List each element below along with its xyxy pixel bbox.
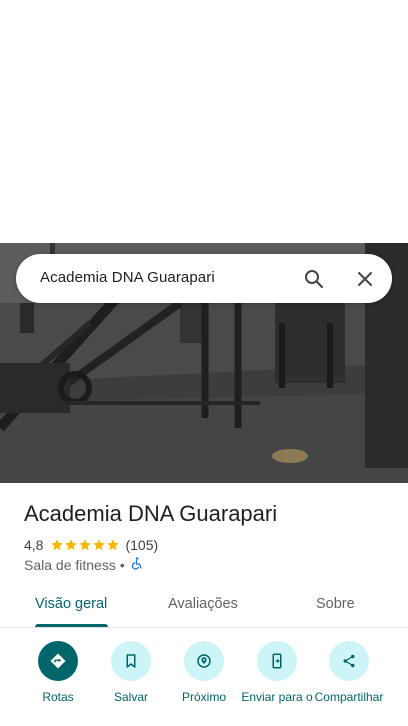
nearby-button[interactable]: Próximo [164, 641, 244, 704]
wheelchair-icon [129, 556, 144, 574]
share-icon [329, 641, 369, 681]
share-button[interactable]: Compartilhar [309, 641, 389, 704]
close-icon[interactable] [353, 267, 377, 291]
share-label: Compartilhar [314, 690, 384, 704]
directions-button[interactable]: Rotas [18, 641, 98, 704]
tab-about[interactable]: Sobre [316, 596, 355, 612]
place-category: Sala de fitness [24, 557, 116, 573]
separator-dot: • [119, 557, 125, 573]
star-icon [51, 539, 64, 551]
tab-bar: Visão geral Avaliações Sobre [0, 585, 408, 628]
search-icon[interactable] [302, 267, 326, 291]
send-to-phone-label: Enviar para o [241, 690, 313, 704]
directions-label: Rotas [42, 690, 74, 704]
tab-overview[interactable]: Visão geral [35, 596, 107, 612]
send-to-phone-icon [257, 641, 297, 681]
nearby-label: Próximo [181, 690, 226, 704]
map-area[interactable] [0, 0, 408, 243]
action-bar: Rotas Salvar Próximo Enviar para o Compa… [0, 641, 408, 726]
rating-row[interactable]: 4,8 (105) [24, 536, 158, 554]
rating-value: 4,8 [24, 537, 44, 553]
star-icon [107, 539, 120, 551]
star-icon [93, 539, 106, 551]
nearby-icon [184, 641, 224, 681]
tabs-divider [0, 627, 408, 628]
star-icon [79, 539, 92, 551]
save-button[interactable]: Salvar [91, 641, 171, 704]
place-details-screen: Academia DNA Guarapari Academia DNA Guar… [0, 0, 408, 726]
rating-stars [50, 538, 120, 552]
directions-icon [38, 641, 78, 681]
search-bar[interactable]: Academia DNA Guarapari [16, 254, 392, 303]
bookmark-icon [111, 641, 151, 681]
star-icon [65, 539, 78, 551]
save-label: Salvar [113, 690, 148, 704]
send-to-phone-button[interactable]: Enviar para o [237, 641, 317, 704]
search-query[interactable]: Academia DNA Guarapari [40, 269, 215, 286]
category-row: Sala de fitness • [24, 556, 144, 574]
place-name: Academia DNA Guarapari [24, 501, 278, 526]
tab-reviews[interactable]: Avaliações [168, 596, 238, 612]
review-count: (105) [125, 537, 159, 553]
